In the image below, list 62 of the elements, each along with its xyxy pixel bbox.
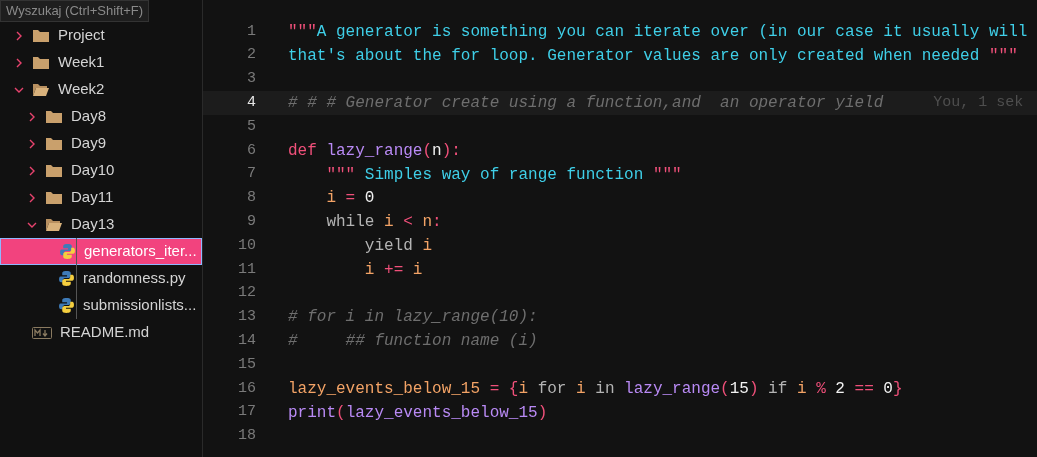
- code-line: that's about the for loop. Generator values are only created when needed """: [288, 45, 1018, 67]
- folder-icon: [45, 190, 63, 205]
- chevron-right-icon: [14, 57, 24, 68]
- open-folder-icon: [45, 217, 63, 232]
- code-line: yield i: [363, 236, 433, 258]
- line-number: 14: [237, 331, 256, 351]
- python-icon: [58, 297, 75, 314]
- markdown-icon: [32, 326, 52, 339]
- line-number: 5: [246, 116, 256, 137]
- tree-item[interactable]: README.md: [0, 319, 202, 346]
- tree-item[interactable]: Day8: [0, 103, 202, 130]
- line-number: 16: [237, 378, 256, 399]
- tree-item[interactable]: Day13: [0, 211, 202, 238]
- tree-item[interactable]: generators_iter...: [0, 238, 202, 265]
- folder-icon: [45, 163, 63, 178]
- open-folder-icon: [32, 82, 50, 97]
- code-comment: # # # Generator create using a function,and an operator yield: [288, 93, 884, 115]
- line-number: 13: [237, 307, 256, 328]
- chevron-right-icon: [27, 138, 37, 149]
- chevron-right-icon: [27, 192, 37, 203]
- code-line: i = 0: [325, 188, 375, 210]
- code-comment: # ## function name (i): [288, 331, 538, 353]
- tree-item[interactable]: Day10: [0, 157, 202, 184]
- code-line: def lazy_range(n):: [288, 140, 461, 162]
- chevron-right-icon: [27, 165, 37, 176]
- line-number: 11: [237, 259, 256, 280]
- line-number: 3: [246, 69, 256, 90]
- tree-item[interactable]: randomness.py: [0, 265, 202, 292]
- folder-icon: [32, 55, 50, 70]
- tree-item[interactable]: Week1: [0, 49, 202, 76]
- python-icon: [58, 270, 75, 287]
- code-comment: # for i in lazy_range(10):: [288, 307, 538, 329]
- folder-icon: [32, 28, 50, 43]
- code-line: print(lazy_events_below_15): [288, 402, 548, 424]
- code-line: while i < n:: [325, 212, 442, 234]
- code-line: """ Simples way of range function """: [325, 164, 682, 186]
- folder-icon: [45, 136, 63, 151]
- line-number: 1: [246, 21, 256, 42]
- code-line: i += i: [363, 259, 423, 281]
- tree-item[interactable]: submissionlists...: [0, 292, 202, 319]
- line-number: 15: [237, 354, 256, 375]
- line-number: 7: [246, 164, 256, 185]
- line-number: 4: [246, 93, 256, 114]
- line-number: 10: [237, 235, 256, 256]
- line-number: 8: [246, 188, 256, 209]
- tree-item[interactable]: Project: [0, 22, 202, 49]
- code-line: """A generator is something you can iterate over (in our case it usually will: [288, 21, 1028, 43]
- line-number: 12: [237, 283, 256, 304]
- chevron-right-icon: [14, 30, 24, 41]
- line-number: 2: [246, 45, 256, 66]
- folder-icon: [45, 109, 63, 124]
- code-line: lazy_events_below_15 = {i for i in lazy_range(15) if i % 2 == 0}: [288, 378, 903, 400]
- line-number: 17: [237, 402, 256, 423]
- line-number: 18: [237, 426, 256, 447]
- line-number: 6: [246, 140, 256, 161]
- tree-item[interactable]: Day9: [0, 130, 202, 157]
- line-number: 9: [246, 212, 256, 232]
- chevron-right-icon: [27, 111, 37, 122]
- python-icon: [59, 243, 76, 260]
- tooltip: Wyszukaj (Ctrl+Shift+F): [0, 0, 150, 22]
- tree-item[interactable]: Week2: [0, 76, 202, 103]
- tree-item[interactable]: Day11: [0, 184, 202, 211]
